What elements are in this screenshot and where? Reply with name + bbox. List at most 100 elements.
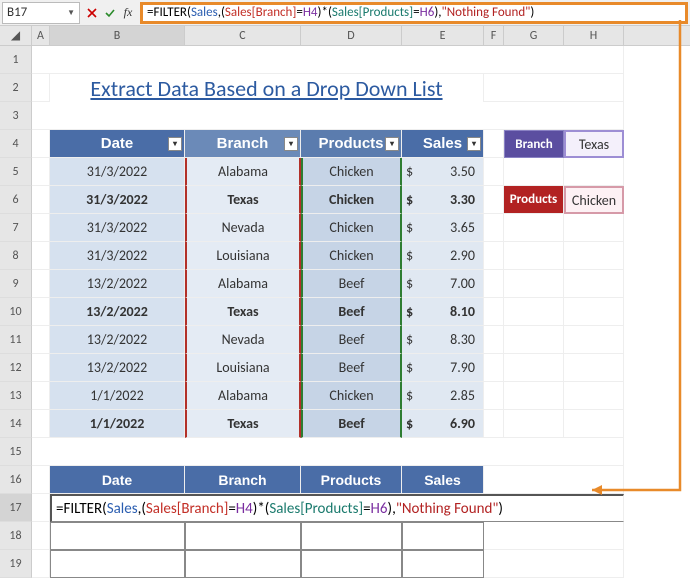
col-B[interactable]: B — [50, 26, 185, 45]
cell-product[interactable]: Chicken — [301, 242, 402, 270]
chevron-down-icon[interactable]: ▼ — [67, 8, 75, 18]
empty-cell[interactable] — [32, 214, 50, 242]
col-A[interactable]: A — [32, 26, 50, 45]
cell-product[interactable]: Beef — [301, 410, 402, 438]
empty-cell[interactable] — [32, 130, 50, 158]
dropdown-branch-value[interactable]: Texas — [564, 130, 624, 158]
filter-dropdown-icon[interactable]: ▾ — [385, 137, 399, 151]
empty-cell[interactable] — [484, 466, 624, 494]
cell-date[interactable]: 1/1/2022 — [50, 410, 185, 438]
col-E[interactable]: E — [402, 26, 484, 45]
cell-date[interactable]: 13/2/2022 — [50, 354, 185, 382]
cell-product[interactable]: Chicken — [301, 382, 402, 410]
empty-cell[interactable] — [32, 158, 50, 186]
cell-product[interactable]: Chicken — [301, 186, 402, 214]
row-8[interactable]: 8 — [0, 242, 32, 270]
col-C[interactable]: C — [185, 26, 301, 45]
empty-cell[interactable] — [32, 102, 624, 130]
empty-cell[interactable] — [564, 214, 624, 242]
row-6[interactable]: 6 — [0, 186, 32, 214]
empty-cell[interactable] — [32, 550, 50, 578]
cell-branch[interactable]: Nevada — [185, 326, 301, 354]
empty-cell[interactable] — [484, 214, 504, 242]
row-18[interactable]: 18 — [0, 522, 32, 550]
header-branch[interactable]: Branch▾ — [185, 130, 301, 158]
row-15[interactable]: 15 — [0, 438, 32, 466]
cell-sales[interactable]: $7.00 — [402, 270, 484, 298]
row-13[interactable]: 13 — [0, 382, 32, 410]
cell-product[interactable]: Beef — [301, 298, 402, 326]
empty-cell[interactable] — [484, 298, 504, 326]
filter-dropdown-icon[interactable]: ▾ — [168, 137, 182, 151]
row-3[interactable]: 3 — [0, 102, 32, 130]
row-1[interactable]: 1 — [0, 46, 32, 74]
cell-branch[interactable]: Texas — [185, 298, 301, 326]
cell-date[interactable]: 31/3/2022 — [50, 214, 185, 242]
empty-cell[interactable] — [564, 242, 624, 270]
empty-cell[interactable] — [504, 298, 564, 326]
row-2[interactable]: 2 — [0, 74, 32, 102]
header-date[interactable]: Date▾ — [50, 130, 185, 158]
filter-dropdown-icon[interactable]: ▾ — [284, 137, 298, 151]
out-cell[interactable] — [185, 522, 301, 550]
col-D[interactable]: D — [301, 26, 402, 45]
cell-date[interactable]: 13/2/2022 — [50, 326, 185, 354]
row-9[interactable]: 9 — [0, 270, 32, 298]
empty-cell[interactable] — [504, 354, 564, 382]
out-cell[interactable] — [301, 550, 402, 578]
empty-cell[interactable] — [504, 270, 564, 298]
cell-sales[interactable]: $8.30 — [402, 326, 484, 354]
worksheet-grid[interactable]: 12Extract Data Based on a Drop Down List… — [0, 46, 690, 578]
empty-cell[interactable] — [504, 242, 564, 270]
empty-cell[interactable] — [504, 410, 564, 438]
col-H[interactable]: H — [564, 26, 624, 45]
cell-sales[interactable]: $6.90 — [402, 410, 484, 438]
out-cell[interactable] — [50, 550, 185, 578]
empty-cell[interactable] — [564, 270, 624, 298]
empty-cell[interactable] — [564, 382, 624, 410]
cancel-icon[interactable] — [84, 5, 100, 21]
cell-branch[interactable]: Louisiana — [185, 242, 301, 270]
cell-date[interactable]: 31/3/2022 — [50, 158, 185, 186]
empty-cell[interactable] — [484, 326, 504, 354]
row-12[interactable]: 12 — [0, 354, 32, 382]
cell-branch[interactable]: Texas — [185, 186, 301, 214]
empty-cell[interactable] — [564, 158, 624, 186]
cell-date[interactable]: 13/2/2022 — [50, 298, 185, 326]
empty-cell[interactable] — [564, 354, 624, 382]
empty-cell[interactable] — [32, 186, 50, 214]
empty-cell[interactable] — [484, 242, 504, 270]
row-7[interactable]: 7 — [0, 214, 32, 242]
empty-cell[interactable] — [504, 158, 564, 186]
empty-cell[interactable] — [32, 354, 50, 382]
empty-cell[interactable] — [32, 410, 50, 438]
cell-product[interactable]: Beef — [301, 270, 402, 298]
cell-branch[interactable]: Nevada — [185, 214, 301, 242]
empty-cell[interactable] — [32, 74, 50, 102]
out-cell[interactable] — [402, 550, 484, 578]
cell-sales[interactable]: $3.30 — [402, 186, 484, 214]
out-cell[interactable] — [50, 522, 185, 550]
empty-cell[interactable] — [484, 186, 504, 214]
empty-cell[interactable] — [32, 494, 50, 522]
cell-date[interactable]: 31/3/2022 — [50, 186, 185, 214]
out-cell[interactable] — [402, 522, 484, 550]
row-11[interactable]: 11 — [0, 326, 32, 354]
cell-product[interactable]: Chicken — [301, 214, 402, 242]
cell-sales[interactable]: $2.90 — [402, 242, 484, 270]
empty-cell[interactable] — [564, 410, 624, 438]
empty-cell[interactable] — [32, 46, 624, 74]
filter-dropdown-icon[interactable]: ▾ — [467, 137, 481, 151]
formula-input[interactable]: =FILTER(Sales,(Sales[Branch] = H4)*(Sale… — [140, 2, 688, 24]
empty-cell[interactable] — [484, 158, 504, 186]
row-4[interactable]: 4 — [0, 130, 32, 158]
row-17[interactable]: 17 — [0, 494, 32, 522]
active-cell-B17[interactable]: =FILTER(Sales,(Sales[Branch] = H4)*(Sale… — [50, 494, 624, 522]
empty-cell[interactable] — [32, 438, 624, 466]
out-cell[interactable] — [185, 550, 301, 578]
dropdown-products-value[interactable]: Chicken — [564, 186, 624, 214]
out-cell[interactable] — [301, 522, 402, 550]
empty-cell[interactable] — [32, 326, 50, 354]
fx-icon[interactable]: fx — [120, 5, 136, 21]
empty-cell[interactable] — [32, 466, 50, 494]
